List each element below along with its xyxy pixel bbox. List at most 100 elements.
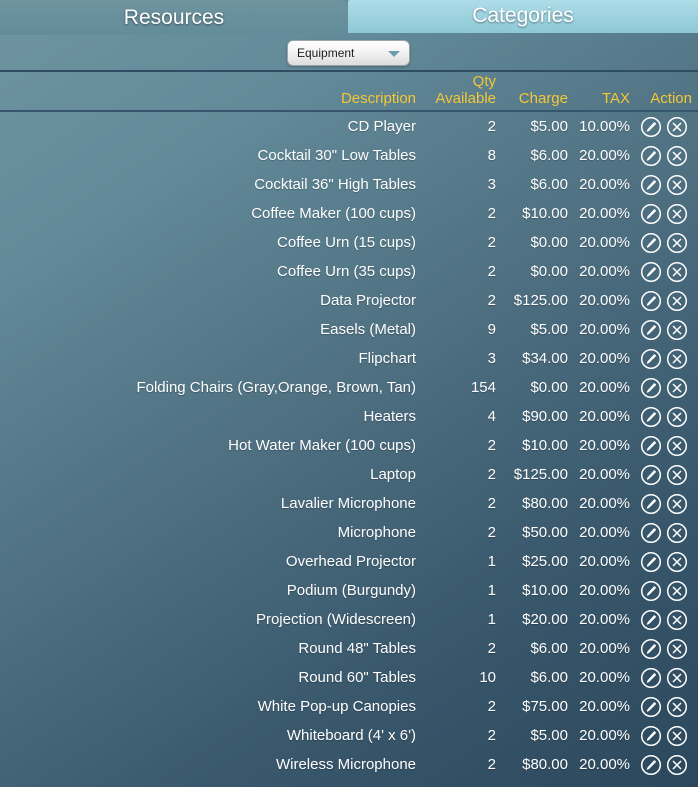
pencil-icon[interactable]: [640, 174, 662, 196]
cell-description: Laptop: [370, 466, 416, 483]
pencil-icon[interactable]: [640, 522, 662, 544]
pencil-icon[interactable]: [640, 348, 662, 370]
category-select[interactable]: Equipment: [287, 40, 410, 66]
close-circle-icon[interactable]: [666, 696, 688, 718]
cell-action: [634, 663, 698, 692]
close-circle-icon[interactable]: [666, 377, 688, 399]
pencil-icon[interactable]: [640, 551, 662, 573]
cell-qty-available: 2: [487, 118, 496, 135]
cell-action: [634, 489, 698, 518]
table-row: Wireless Microphone 2 $80.00 20.00%: [0, 750, 698, 779]
cell-charge: $0.00: [530, 379, 568, 396]
cell-description: Round 60" Tables: [298, 669, 416, 686]
cell-description: Coffee Urn (15 cups): [277, 234, 416, 251]
close-circle-icon[interactable]: [666, 493, 688, 515]
close-circle-icon[interactable]: [666, 464, 688, 486]
chevron-down-icon: [388, 51, 400, 57]
cell-qty-available: 2: [487, 466, 496, 483]
cell-description: Data Projector: [320, 292, 416, 309]
pencil-icon[interactable]: [640, 580, 662, 602]
pencil-icon[interactable]: [640, 638, 662, 660]
cell-qty-available: 10: [479, 669, 496, 686]
pencil-icon[interactable]: [640, 696, 662, 718]
resources-table: Description Qty Available Charge TAX Act…: [0, 72, 698, 779]
close-circle-icon[interactable]: [666, 261, 688, 283]
cell-description: Overhead Projector: [285, 553, 416, 570]
pencil-icon[interactable]: [640, 435, 662, 457]
close-circle-icon[interactable]: [666, 203, 688, 225]
pencil-icon[interactable]: [640, 290, 662, 312]
close-circle-icon[interactable]: [666, 551, 688, 573]
pencil-icon[interactable]: [640, 377, 662, 399]
cell-charge: $125.00: [513, 292, 568, 309]
close-circle-icon[interactable]: [666, 435, 688, 457]
close-circle-icon[interactable]: [666, 116, 688, 138]
tab-categories[interactable]: Categories: [348, 0, 698, 33]
pencil-icon[interactable]: [640, 319, 662, 341]
pencil-icon[interactable]: [640, 609, 662, 631]
close-circle-icon[interactable]: [666, 667, 688, 689]
close-circle-icon[interactable]: [666, 725, 688, 747]
column-header-tax[interactable]: TAX: [572, 90, 634, 107]
close-circle-icon[interactable]: [666, 638, 688, 660]
cell-description: Easels (Metal): [320, 321, 416, 338]
table-row: Lavalier Microphone 2 $80.00 20.00%: [0, 489, 698, 518]
table-row: Laptop 2 $125.00 20.00%: [0, 460, 698, 489]
cell-tax: 20.00%: [579, 669, 630, 686]
cell-qty-available: 9: [487, 321, 496, 338]
column-header-charge[interactable]: Charge: [504, 90, 572, 107]
pencil-icon[interactable]: [640, 725, 662, 747]
cell-description: Podium (Burgundy): [286, 582, 416, 599]
close-circle-icon[interactable]: [666, 319, 688, 341]
pencil-icon[interactable]: [640, 493, 662, 515]
cell-charge: $6.00: [530, 176, 568, 193]
column-header-qty-available[interactable]: Qty Available: [424, 73, 504, 107]
pencil-icon[interactable]: [640, 667, 662, 689]
cell-action: [634, 228, 698, 257]
close-circle-icon[interactable]: [666, 290, 688, 312]
cell-description: White Pop-up Canopies: [257, 698, 416, 715]
close-circle-icon[interactable]: [666, 522, 688, 544]
pencil-icon[interactable]: [640, 145, 662, 167]
close-circle-icon[interactable]: [666, 406, 688, 428]
cell-description: Projection (Widescreen): [255, 611, 416, 628]
close-circle-icon[interactable]: [666, 348, 688, 370]
cell-qty-available: 154: [470, 379, 496, 396]
table-row: Overhead Projector 1 $25.00 20.00%: [0, 547, 698, 576]
cell-action: [634, 402, 698, 431]
close-circle-icon[interactable]: [666, 609, 688, 631]
cell-tax: 20.00%: [579, 263, 630, 280]
cell-action: [634, 576, 698, 605]
cell-charge: $6.00: [530, 640, 568, 657]
pencil-icon[interactable]: [640, 203, 662, 225]
cell-tax: 20.00%: [579, 698, 630, 715]
cell-tax: 10.00%: [579, 118, 630, 135]
cell-tax: 20.00%: [579, 205, 630, 222]
cell-tax: 20.00%: [579, 234, 630, 251]
close-circle-icon[interactable]: [666, 145, 688, 167]
pencil-icon[interactable]: [640, 261, 662, 283]
cell-action: [634, 286, 698, 315]
close-circle-icon[interactable]: [666, 580, 688, 602]
cell-action: [634, 750, 698, 779]
cell-qty-available: 2: [487, 292, 496, 309]
pencil-icon[interactable]: [640, 464, 662, 486]
pencil-icon[interactable]: [640, 406, 662, 428]
cell-action: [634, 692, 698, 721]
close-circle-icon[interactable]: [666, 754, 688, 776]
cell-action: [634, 257, 698, 286]
filter-toolbar: Equipment: [0, 35, 698, 72]
column-header-description[interactable]: Description: [0, 90, 424, 107]
table-body: CD Player 2 $5.00 10.00% Cocktail 30" Low Ta…: [0, 112, 698, 779]
pencil-icon[interactable]: [640, 116, 662, 138]
pencil-icon[interactable]: [640, 232, 662, 254]
cell-tax: 20.00%: [579, 727, 630, 744]
cell-charge: $75.00: [522, 698, 568, 715]
close-circle-icon[interactable]: [666, 232, 688, 254]
cell-description: CD Player: [347, 118, 416, 135]
pencil-icon[interactable]: [640, 754, 662, 776]
cell-tax: 20.00%: [579, 176, 630, 193]
table-row: Data Projector 2 $125.00 20.00%: [0, 286, 698, 315]
close-circle-icon[interactable]: [666, 174, 688, 196]
tab-resources[interactable]: Resources: [0, 0, 348, 35]
